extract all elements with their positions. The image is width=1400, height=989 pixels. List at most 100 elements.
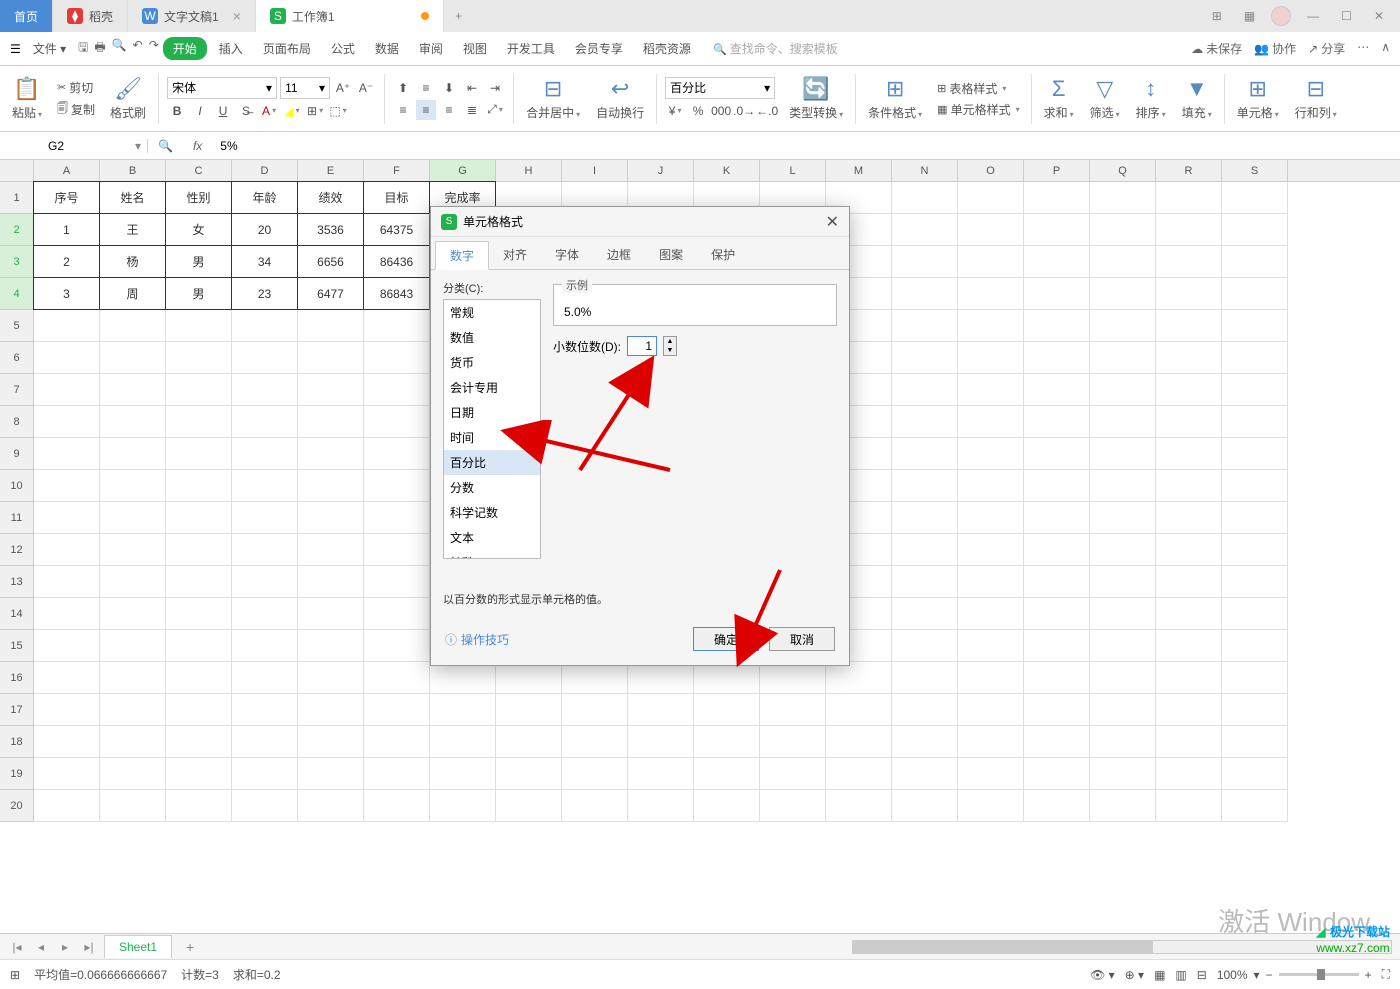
cell[interactable] bbox=[166, 438, 232, 470]
cell[interactable] bbox=[232, 662, 298, 694]
cell[interactable] bbox=[298, 470, 364, 502]
cell[interactable] bbox=[364, 534, 430, 566]
cell[interactable] bbox=[1222, 406, 1288, 438]
cell[interactable] bbox=[892, 662, 958, 694]
cell[interactable]: 2 bbox=[33, 245, 100, 278]
sheet-tab[interactable]: Sheet1 bbox=[104, 935, 172, 958]
col-header[interactable]: K bbox=[694, 160, 760, 181]
cell[interactable] bbox=[232, 438, 298, 470]
cell[interactable] bbox=[232, 694, 298, 726]
cell[interactable] bbox=[1156, 438, 1222, 470]
row-header[interactable]: 2 bbox=[0, 214, 34, 246]
cell[interactable] bbox=[1156, 758, 1222, 790]
row-header[interactable]: 13 bbox=[0, 566, 34, 598]
cell-style-button[interactable]: ▦ 单元格样式 bbox=[934, 100, 1022, 119]
cell[interactable] bbox=[100, 726, 166, 758]
cell[interactable] bbox=[1222, 534, 1288, 566]
cell[interactable] bbox=[34, 470, 100, 502]
cell[interactable] bbox=[298, 406, 364, 438]
cell[interactable] bbox=[100, 470, 166, 502]
cell[interactable] bbox=[34, 374, 100, 406]
cell[interactable] bbox=[1156, 374, 1222, 406]
cell[interactable] bbox=[298, 374, 364, 406]
view-break-icon[interactable]: ⊟ bbox=[1197, 968, 1207, 982]
cell[interactable] bbox=[100, 438, 166, 470]
tab-home[interactable]: 首页 bbox=[0, 0, 53, 32]
cell[interactable]: 姓名 bbox=[99, 181, 166, 214]
cell[interactable] bbox=[892, 598, 958, 630]
align-middle-icon[interactable]: ≡ bbox=[416, 78, 436, 98]
cell[interactable] bbox=[628, 662, 694, 694]
cell[interactable] bbox=[1024, 758, 1090, 790]
category-item[interactable]: 分数 bbox=[444, 475, 540, 500]
cell[interactable] bbox=[892, 214, 958, 246]
cell[interactable] bbox=[1090, 470, 1156, 502]
table-style-button[interactable]: ⊞ 表格样式 bbox=[934, 79, 1022, 98]
align-right-icon[interactable]: ≡ bbox=[439, 100, 459, 120]
tab-app-2[interactable]: W 文字文稿1 × bbox=[128, 0, 256, 32]
col-header[interactable]: F bbox=[364, 160, 430, 181]
cell[interactable]: 绩效 bbox=[297, 181, 364, 214]
cell[interactable] bbox=[628, 694, 694, 726]
dialog-tab[interactable]: 对齐 bbox=[489, 241, 541, 269]
paste-button[interactable]: 📋粘贴 bbox=[8, 74, 46, 123]
menu-view[interactable]: 视图 bbox=[455, 36, 495, 61]
inc-decimal-icon[interactable]: .0→ bbox=[734, 101, 754, 121]
cell[interactable] bbox=[34, 406, 100, 438]
cell[interactable] bbox=[1156, 246, 1222, 278]
cell[interactable] bbox=[826, 758, 892, 790]
cell[interactable] bbox=[1222, 790, 1288, 822]
cell[interactable]: 3 bbox=[33, 277, 100, 310]
cell[interactable] bbox=[958, 694, 1024, 726]
cell[interactable] bbox=[892, 246, 958, 278]
merge-button[interactable]: ⊟合并居中 bbox=[522, 74, 584, 123]
cell[interactable] bbox=[364, 694, 430, 726]
cell[interactable]: 周 bbox=[99, 277, 166, 310]
tab-app-1[interactable]: ⧫ 稻壳 bbox=[53, 0, 128, 32]
cell[interactable] bbox=[1222, 470, 1288, 502]
cell[interactable] bbox=[628, 758, 694, 790]
spin-down-icon[interactable]: ▼ bbox=[664, 346, 676, 355]
cell[interactable] bbox=[1090, 374, 1156, 406]
cell[interactable] bbox=[892, 278, 958, 310]
cell[interactable] bbox=[1156, 502, 1222, 534]
cell[interactable] bbox=[166, 790, 232, 822]
cell[interactable] bbox=[100, 598, 166, 630]
row-header[interactable]: 4 bbox=[0, 278, 34, 310]
row-header[interactable]: 10 bbox=[0, 470, 34, 502]
category-item[interactable]: 数值 bbox=[444, 325, 540, 350]
cell[interactable] bbox=[826, 694, 892, 726]
cell[interactable]: 86436 bbox=[363, 245, 430, 278]
cell[interactable] bbox=[34, 534, 100, 566]
cell[interactable] bbox=[1024, 278, 1090, 310]
cell[interactable] bbox=[430, 694, 496, 726]
row-header[interactable]: 20 bbox=[0, 790, 34, 822]
category-item[interactable]: 会计专用 bbox=[444, 375, 540, 400]
col-header[interactable]: H bbox=[496, 160, 562, 181]
cell[interactable]: 20 bbox=[231, 213, 298, 246]
row-header[interactable]: 11 bbox=[0, 502, 34, 534]
cell[interactable] bbox=[100, 310, 166, 342]
zoom-in-icon[interactable]: + bbox=[1365, 968, 1372, 982]
row-header[interactable]: 3 bbox=[0, 246, 34, 278]
command-search[interactable]: 🔍 查找命令、搜索模板 bbox=[713, 40, 838, 57]
cell[interactable]: 王 bbox=[99, 213, 166, 246]
horizontal-scrollbar[interactable] bbox=[852, 940, 1392, 954]
cell[interactable] bbox=[298, 790, 364, 822]
cell[interactable]: 6477 bbox=[297, 277, 364, 310]
font-name-combo[interactable]: 宋体▾ bbox=[167, 77, 277, 99]
save-icon[interactable]: 🖫 bbox=[78, 38, 88, 59]
cell[interactable] bbox=[958, 726, 1024, 758]
col-header[interactable]: G bbox=[430, 160, 496, 181]
cell[interactable] bbox=[760, 662, 826, 694]
percent-icon[interactable]: % bbox=[688, 101, 708, 121]
dialog-tab[interactable]: 数字 bbox=[435, 241, 489, 270]
row-header[interactable]: 7 bbox=[0, 374, 34, 406]
menu-docer[interactable]: 稻壳资源 bbox=[635, 36, 699, 61]
sheet-nav-last[interactable]: ▸| bbox=[80, 940, 98, 954]
cell[interactable] bbox=[100, 406, 166, 438]
cell[interactable] bbox=[1090, 598, 1156, 630]
cell[interactable]: 序号 bbox=[33, 181, 100, 214]
cell[interactable] bbox=[1156, 630, 1222, 662]
cell[interactable] bbox=[496, 694, 562, 726]
